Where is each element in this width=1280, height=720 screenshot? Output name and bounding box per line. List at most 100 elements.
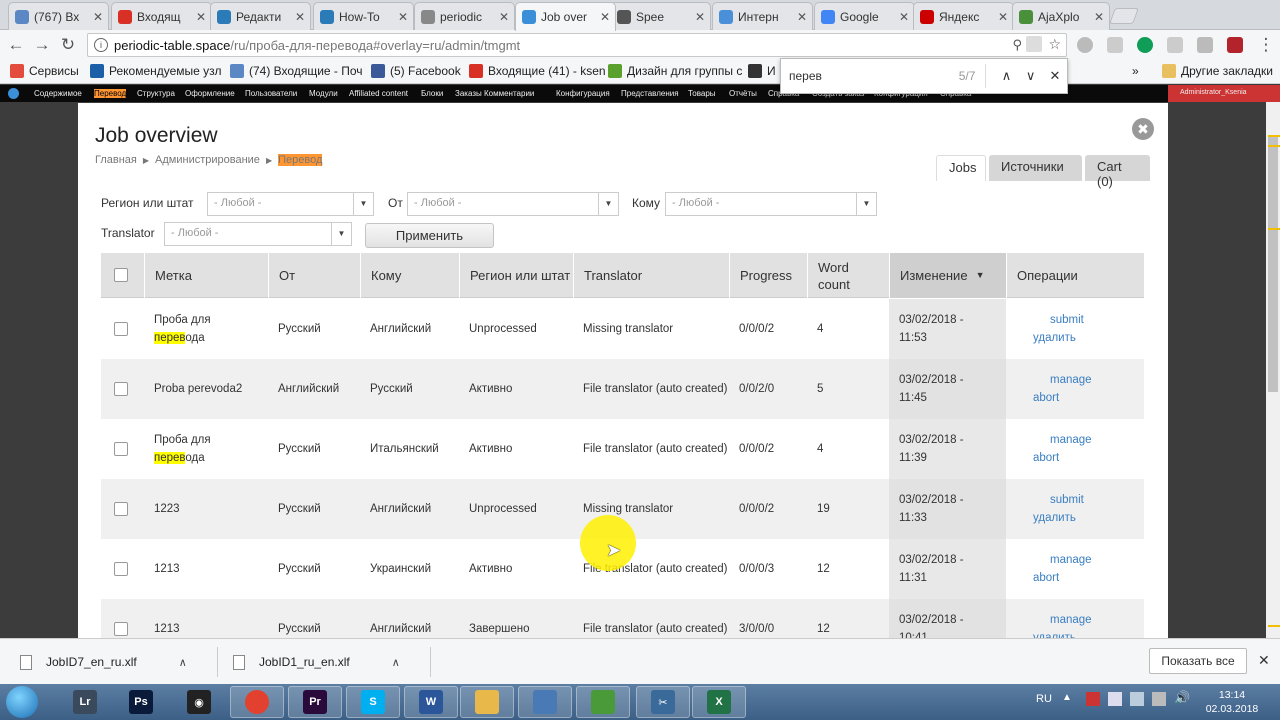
skype-ext-icon[interactable]	[1077, 37, 1093, 53]
zoom-icon[interactable]: ⚲	[1012, 37, 1022, 53]
column-word-count[interactable]: Word count	[807, 253, 867, 298]
close-tab-icon[interactable]: ✕	[397, 10, 409, 24]
browser-tab[interactable]: Job over ✕	[515, 2, 616, 31]
column-state[interactable]: Регион или штат	[459, 253, 573, 298]
taskbar-app[interactable]	[230, 686, 284, 718]
admin-menu-item[interactable]: Заказы	[455, 89, 482, 98]
tab-cart[interactable]: Cart (0)	[1085, 155, 1150, 189]
new-tab-icon[interactable]	[1109, 8, 1139, 24]
close-tab-icon[interactable]: ✕	[498, 10, 510, 24]
job-label[interactable]: Проба для перевода	[154, 431, 211, 467]
taskbar-app[interactable]: S	[346, 686, 400, 718]
close-tab-icon[interactable]: ✕	[694, 10, 706, 24]
browser-tab[interactable]: Интерн ✕	[712, 2, 813, 30]
job-label[interactable]: 1213	[154, 560, 180, 578]
job-label[interactable]: 1223	[154, 500, 180, 518]
tray-flag-icon[interactable]	[1108, 692, 1122, 706]
admin-user[interactable]: Administrator_Ksenia	[1168, 85, 1280, 102]
drupal-home-icon[interactable]	[8, 88, 19, 99]
region-select[interactable]: - Любой - ▼	[207, 192, 374, 216]
find-close-icon[interactable]: ✕	[1043, 68, 1067, 84]
admin-menu-item[interactable]: Представления	[621, 89, 679, 98]
operation-manage[interactable]: manage	[1033, 431, 1092, 449]
column-from[interactable]: От	[268, 253, 360, 298]
grammarly-icon[interactable]	[1137, 37, 1153, 53]
bookmark-item[interactable]: (74) Входящие - Поч	[230, 64, 363, 78]
reload-icon[interactable]: ↻	[58, 35, 78, 55]
browser-tab[interactable]: Яндекс ✕	[913, 2, 1014, 30]
bookmark-item[interactable]: (5) Facebook	[371, 64, 461, 78]
language-indicator[interactable]: RU	[1036, 693, 1052, 705]
tray-network-icon[interactable]	[1130, 692, 1144, 706]
admin-menu-item[interactable]: Содержимое	[34, 89, 82, 98]
breadcrumb-admin[interactable]: Администрирование	[155, 154, 260, 166]
taskbar-app[interactable]	[518, 686, 572, 718]
admin-menu-item[interactable]: Блоки	[421, 89, 443, 98]
operation-submit[interactable]: submit	[1033, 311, 1084, 329]
speaker-ext-icon[interactable]	[1227, 37, 1243, 53]
close-overlay-icon[interactable]: ✖	[1132, 118, 1154, 140]
tab-jobs[interactable]: Jobs	[936, 155, 986, 181]
chevron-up-icon[interactable]: ∧	[392, 656, 400, 669]
find-input[interactable]: перев	[789, 69, 938, 83]
admin-menu-item[interactable]: Комментарии	[484, 89, 534, 98]
taskbar-app[interactable]: W	[404, 686, 458, 718]
operation-удалить[interactable]: удалить	[1033, 509, 1084, 527]
column-changed[interactable]: Изменение ▼	[889, 253, 1006, 298]
admin-menu-item[interactable]: Конфигурация	[556, 89, 610, 98]
column-label[interactable]: Метка	[144, 253, 268, 298]
taskbar-app[interactable]	[576, 686, 630, 718]
taskbar-app[interactable]	[460, 686, 514, 718]
row-checkbox[interactable]	[114, 562, 128, 576]
bookmark-item[interactable]: Рекомендуемые узл	[90, 64, 222, 78]
extension-icon[interactable]	[1167, 37, 1183, 53]
other-bookmarks[interactable]: Другие закладки	[1162, 64, 1273, 78]
windows-start-icon[interactable]	[6, 686, 38, 718]
row-checkbox[interactable]	[114, 622, 128, 636]
tray-app-icon[interactable]	[1086, 692, 1100, 706]
close-tab-icon[interactable]: ✕	[294, 10, 306, 24]
to-select[interactable]: - Любой - ▼	[665, 192, 877, 216]
operation-удалить[interactable]: удалить	[1033, 629, 1092, 638]
menu-icon[interactable]: ⋮	[1256, 35, 1276, 55]
row-checkbox[interactable]	[114, 322, 128, 336]
admin-menu-item[interactable]: Товары	[688, 89, 716, 98]
admin-menu-item[interactable]: Перевод	[94, 89, 127, 98]
job-label[interactable]: Проба для перевода	[154, 311, 211, 347]
close-tab-icon[interactable]: ✕	[997, 10, 1009, 24]
extension-icon[interactable]	[1107, 37, 1123, 53]
close-tab-icon[interactable]: ✕	[92, 10, 104, 24]
address-bar[interactable]: i periodic-table.space/ru/проба-для-пере…	[87, 33, 1067, 57]
operation-удалить[interactable]: удалить	[1033, 329, 1084, 347]
tray-expand-icon[interactable]: ▲	[1062, 692, 1072, 703]
forward-icon[interactable]: →	[32, 35, 52, 55]
taskbar-app[interactable]: Ps	[114, 686, 168, 718]
bookmark-item[interactable]: И	[748, 64, 776, 78]
operation-manage[interactable]: manage	[1033, 551, 1092, 569]
breadcrumb-translation[interactable]: Перевод	[278, 154, 323, 166]
admin-menu-item[interactable]: Affiliated content	[349, 89, 408, 98]
find-next-icon[interactable]: ∨	[1019, 68, 1043, 84]
taskbar-app[interactable]: ◉	[172, 686, 226, 718]
job-label[interactable]: 1213	[154, 620, 180, 638]
admin-menu-item[interactable]: Отчёты	[729, 89, 757, 98]
download-item[interactable]: JobID7_en_ru.xlf ∧	[20, 647, 187, 677]
find-prev-icon[interactable]: ∧	[994, 68, 1018, 84]
volume-icon[interactable]: 🔊	[1174, 690, 1190, 706]
close-tab-icon[interactable]: ✕	[195, 10, 207, 24]
browser-tab[interactable]: Входящ ✕	[111, 2, 212, 30]
close-downloads-icon[interactable]: ✕	[1258, 652, 1270, 669]
column-to[interactable]: Кому	[360, 253, 459, 298]
row-checkbox[interactable]	[114, 502, 128, 516]
taskbar-app[interactable]: X	[692, 686, 746, 718]
select-all-checkbox[interactable]	[114, 268, 128, 282]
operation-manage[interactable]: manage	[1033, 371, 1092, 389]
star-icon[interactable]: ☆	[1048, 36, 1061, 53]
close-tab-icon[interactable]: ✕	[599, 10, 611, 24]
extension-icon[interactable]	[1197, 37, 1213, 53]
row-checkbox[interactable]	[114, 382, 128, 396]
translator-select[interactable]: - Любой - ▼	[164, 222, 352, 246]
scrollbar-thumb[interactable]	[1268, 137, 1278, 392]
column-translator[interactable]: Translator	[573, 253, 729, 298]
operation-abort[interactable]: abort	[1033, 389, 1092, 407]
